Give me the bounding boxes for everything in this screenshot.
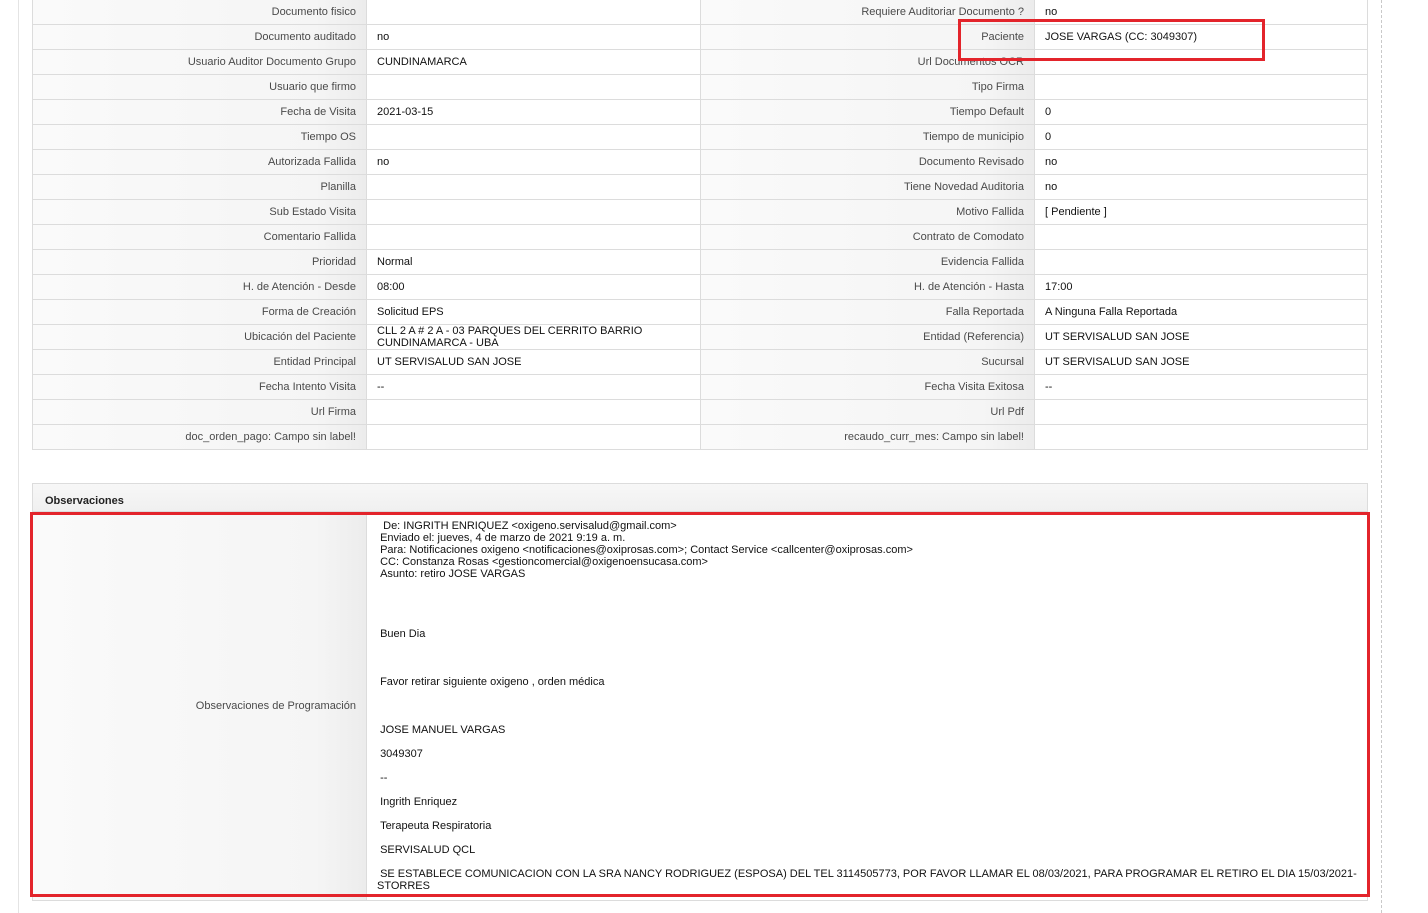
falla-reportada-label: Falla Reportada: [701, 300, 1035, 325]
requiere-auditoriar-documento-label: Requiere Auditoriar Documento ?: [701, 0, 1035, 25]
page-right-dashed-border: [1381, 0, 1382, 913]
hora-atencion-desde-label: H. de Atención - Desde: [33, 275, 367, 300]
tipo-firma-label: Tipo Firma: [701, 75, 1035, 100]
tiempo-os-value: [367, 125, 701, 150]
usuario-que-firmo-value: [367, 75, 701, 100]
fecha-de-visita-label: Fecha de Visita: [33, 100, 367, 125]
page-left-border: [18, 0, 19, 913]
sub-estado-visita-label: Sub Estado Visita: [33, 200, 367, 225]
usuario-auditor-documento-grupo-value: CUNDINAMARCA: [367, 50, 701, 75]
contrato-de-comodato-label: Contrato de Comodato: [701, 225, 1035, 250]
paciente-value: JOSE VARGAS (CC: 3049307): [1035, 25, 1368, 50]
contrato-de-comodato-value: [1035, 225, 1368, 250]
tiempo-default-label: Tiempo Default: [701, 100, 1035, 125]
recaudo-curr-mes-label: recaudo_curr_mes: Campo sin label!: [701, 425, 1035, 450]
requiere-auditoriar-documento-value: no: [1035, 0, 1368, 25]
hora-atencion-hasta-value: 17:00: [1035, 275, 1368, 300]
tiempo-de-municipio-label: Tiempo de municipio: [701, 125, 1035, 150]
prioridad-value: Normal: [367, 250, 701, 275]
ubicacion-del-paciente-value: CLL 2 A # 2 A - 03 PARQUES DEL CERRITO B…: [367, 325, 701, 350]
forma-de-creacion-label: Forma de Creación: [33, 300, 367, 325]
evidencia-fallida-value: [1035, 250, 1368, 275]
doc-orden-pago-value: [367, 425, 701, 450]
tiempo-de-municipio-value: 0: [1035, 125, 1368, 150]
tiene-novedad-auditoria-label: Tiene Novedad Auditoria: [701, 175, 1035, 200]
sucursal-value: UT SERVISALUD SAN JOSE: [1035, 350, 1368, 375]
url-firma-label: Url Firma: [33, 400, 367, 425]
entidad-referencia-label: Entidad (Referencia): [701, 325, 1035, 350]
recaudo-curr-mes-value: [1035, 425, 1368, 450]
documento-auditado-label: Documento auditado: [33, 25, 367, 50]
prioridad-label: Prioridad: [33, 250, 367, 275]
autorizada-fallida-label: Autorizada Fallida: [33, 150, 367, 175]
url-documentos-ocr-label: Url Documentos OCR: [701, 50, 1035, 75]
hora-atencion-hasta-label: H. de Atención - Hasta: [701, 275, 1035, 300]
motivo-fallida-value: [ Pendiente ]: [1035, 200, 1368, 225]
detail-fields-table: Documento fisico Requiere Auditoriar Doc…: [32, 0, 1368, 450]
url-documentos-ocr-value: [1035, 50, 1368, 75]
comentario-fallida-label: Comentario Fallida: [33, 225, 367, 250]
autorizada-fallida-value: no: [367, 150, 701, 175]
documento-revisado-label: Documento Revisado: [701, 150, 1035, 175]
paciente-label: Paciente: [701, 25, 1035, 50]
url-pdf-label: Url Pdf: [701, 400, 1035, 425]
tiene-novedad-auditoria-value: no: [1035, 175, 1368, 200]
comentario-fallida-value: [367, 225, 701, 250]
url-firma-value: [367, 400, 701, 425]
usuario-que-firmo-label: Usuario que firmo: [33, 75, 367, 100]
observaciones-programacion-value: De: INGRITH ENRIQUEZ <oxigeno.servisalud…: [367, 512, 1368, 901]
usuario-auditor-documento-grupo-label: Usuario Auditor Documento Grupo: [33, 50, 367, 75]
planilla-value: [367, 175, 701, 200]
url-pdf-value: [1035, 400, 1368, 425]
observaciones-programacion-label: Observaciones de Programación: [33, 512, 367, 901]
forma-de-creacion-value: Solicitud EPS: [367, 300, 701, 325]
doc-orden-pago-label: doc_orden_pago: Campo sin label!: [33, 425, 367, 450]
entidad-principal-label: Entidad Principal: [33, 350, 367, 375]
motivo-fallida-label: Motivo Fallida: [701, 200, 1035, 225]
documento-fisico-value: [367, 0, 701, 25]
tiempo-default-value: 0: [1035, 100, 1368, 125]
evidencia-fallida-label: Evidencia Fallida: [701, 250, 1035, 275]
observaciones-panel-header: Observaciones: [32, 483, 1368, 512]
entidad-principal-value: UT SERVISALUD SAN JOSE: [367, 350, 701, 375]
sucursal-label: Sucursal: [701, 350, 1035, 375]
tipo-firma-value: [1035, 75, 1368, 100]
tiempo-os-label: Tiempo OS: [33, 125, 367, 150]
falla-reportada-value: A Ninguna Falla Reportada: [1035, 300, 1368, 325]
documento-fisico-label: Documento fisico: [33, 0, 367, 25]
fecha-de-visita-value: 2021-03-15: [367, 100, 701, 125]
fecha-intento-visita-label: Fecha Intento Visita: [33, 375, 367, 400]
hora-atencion-desde-value: 08:00: [367, 275, 701, 300]
planilla-label: Planilla: [33, 175, 367, 200]
fecha-visita-exitosa-value: --: [1035, 375, 1368, 400]
documento-revisado-value: no: [1035, 150, 1368, 175]
ubicacion-del-paciente-label: Ubicación del Paciente: [33, 325, 367, 350]
documento-auditado-value: no: [367, 25, 701, 50]
fecha-intento-visita-value: --: [367, 375, 701, 400]
fecha-visita-exitosa-label: Fecha Visita Exitosa: [701, 375, 1035, 400]
observaciones-panel: Observaciones de Programación De: INGRIT…: [32, 512, 1368, 901]
entidad-referencia-value: UT SERVISALUD SAN JOSE: [1035, 325, 1368, 350]
sub-estado-visita-value: [367, 200, 701, 225]
